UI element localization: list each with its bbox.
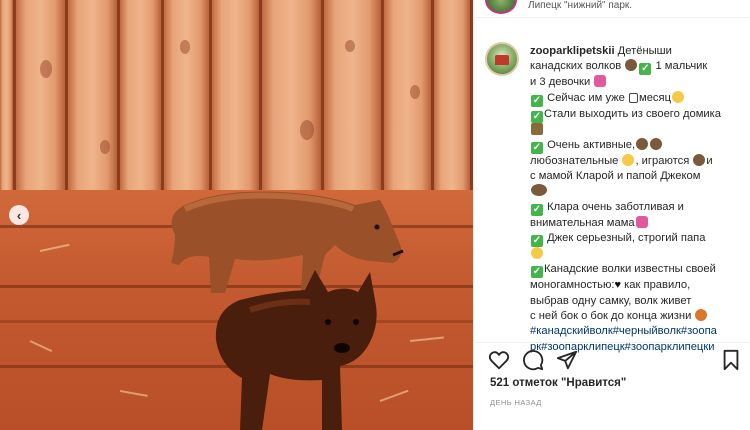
baby-emoji-icon: [671, 90, 684, 103]
caption-text: и: [706, 154, 713, 167]
one-emoji-icon: [629, 92, 638, 103]
header-avatar[interactable]: [485, 0, 517, 14]
share-icon[interactable]: [556, 349, 578, 371]
caption-avatar[interactable]: [485, 42, 519, 76]
caption-text: Канадские волки известны своей: [544, 263, 716, 276]
check-emoji-icon: ✓: [531, 94, 543, 107]
post-details-panel: Липецк "нижний" парк. zooparklipetskii Д…: [473, 0, 750, 430]
caption-text: Очень активные,: [547, 138, 636, 151]
post-location[interactable]: Липецк "нижний" парк.: [528, 0, 632, 11]
carousel-prev-button[interactable]: ‹: [9, 205, 29, 225]
post-header: Липецк "нижний" парк.: [474, 0, 750, 18]
tools-emoji-icon: [636, 137, 649, 150]
likes-count[interactable]: 521 отметок "Нравится": [490, 377, 626, 389]
caption-text: как правило,: [624, 279, 691, 292]
check-emoji-icon: ✓: [531, 141, 543, 154]
caption-text: любознательные: [530, 154, 619, 167]
bow-emoji-icon: [635, 215, 648, 228]
caption-text: , играются: [635, 154, 690, 167]
caption-text: моногамностью:: [530, 279, 615, 292]
caption-username[interactable]: zooparklipetskii: [530, 45, 615, 57]
smile-emoji-icon: [622, 153, 635, 166]
check-emoji-icon: ✓: [531, 235, 543, 248]
bookmark-icon[interactable]: [720, 349, 742, 371]
heart-icon[interactable]: [488, 349, 510, 371]
wolf-emoji-icon: [625, 59, 638, 72]
family-emoji-icon: [531, 184, 547, 197]
caption-text: канадских волков: [530, 60, 622, 73]
house-emoji-icon: [531, 122, 543, 135]
caption-text: месяц: [639, 91, 671, 104]
post-photo[interactable]: ‹: [0, 0, 473, 430]
serious-face-emoji-icon: [531, 247, 543, 260]
bow-emoji-icon: [594, 75, 607, 88]
caption-text: Стали выходить из своего домика: [544, 107, 722, 120]
check-emoji-icon: ✓: [531, 110, 543, 123]
caption-text: Детёныши: [617, 45, 672, 57]
fox-emoji-icon: [695, 308, 708, 321]
caption-text: Сейчас им уже: [547, 91, 625, 104]
divider: [474, 342, 750, 343]
tools-emoji-icon: [650, 137, 663, 150]
caption-text: Джек серьезный, строгий папа: [547, 232, 706, 245]
wolf-pup-front: [215, 270, 377, 430]
post-timestamp[interactable]: ДЕНЬ НАЗАД: [490, 398, 542, 407]
play-emoji-icon: [693, 153, 706, 166]
caption-text: выбрав одну самку, волк живет: [530, 294, 692, 307]
caption-text: 1 мальчик: [655, 60, 708, 73]
caption-text: внимательная мама: [530, 216, 635, 229]
black-heart-emoji-icon: ♥: [614, 279, 622, 292]
caption-text: и 3 девочки: [530, 76, 591, 89]
check-emoji-icon: ✓: [531, 266, 543, 279]
comment-icon[interactable]: [522, 349, 544, 371]
check-emoji-icon: ✓: [639, 63, 652, 76]
caption-text: с ней бок о бок до конца жизни: [530, 309, 692, 322]
caption-text: Клара очень заботливая и: [547, 200, 684, 213]
hashtag-line[interactable]: #канадскийволк#черныйволк#зоопа: [530, 324, 744, 339]
post-caption: zooparklipetskii Детёныши канадских волк…: [530, 44, 744, 355]
check-emoji-icon: ✓: [531, 203, 543, 216]
caption-text: с мамой Кларой и папой Джеком: [530, 170, 701, 183]
